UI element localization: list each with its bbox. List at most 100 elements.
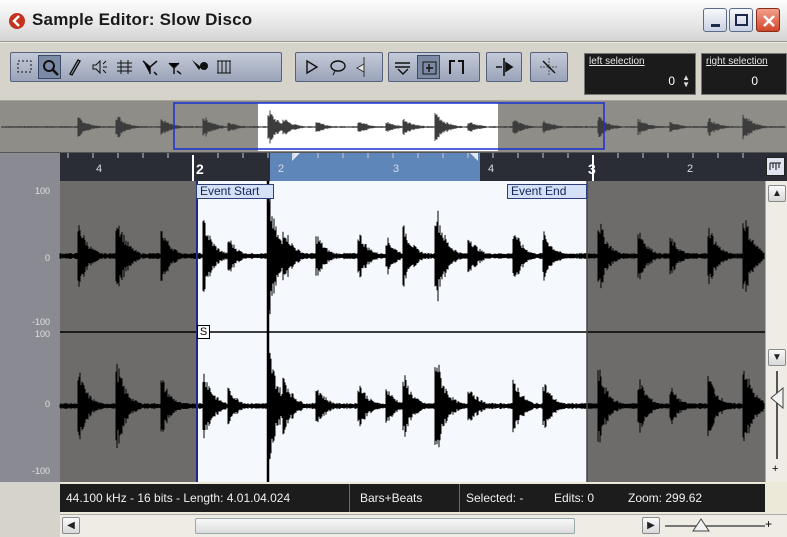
bracket-icon bbox=[449, 60, 464, 74]
range-select-icon bbox=[17, 60, 32, 73]
tool-warp[interactable] bbox=[138, 55, 161, 79]
snap-zero-icon bbox=[422, 61, 437, 75]
tool-group-audition bbox=[486, 52, 522, 82]
horizontal-scrollbar[interactable]: ◀ ▶ + bbox=[60, 514, 787, 537]
chevron-up-icon: ▲ bbox=[772, 188, 782, 199]
snap-point-marker[interactable]: S bbox=[197, 325, 210, 339]
show-event-icon bbox=[395, 62, 410, 75]
timewarp-icon bbox=[192, 60, 208, 70]
minimize-button[interactable] bbox=[703, 8, 727, 32]
ruler-label: 4 bbox=[488, 163, 495, 175]
horizontal-scroll-thumb[interactable] bbox=[195, 518, 575, 534]
y-axis-label: -100 bbox=[31, 466, 50, 476]
loop-range bbox=[270, 153, 480, 181]
ruler-format-button[interactable] bbox=[766, 157, 785, 176]
toolbar: left selection 0 ▲ ▼ right selection 0 bbox=[0, 43, 787, 101]
waveform-canvas[interactable] bbox=[0, 181, 765, 482]
tool-timewarp[interactable] bbox=[188, 55, 211, 79]
event-start-marker[interactable]: Event Start bbox=[196, 184, 274, 199]
title-bar: Sample Editor: Slow Disco bbox=[0, 0, 787, 42]
status-bar: 44.100 kHz - 16 bits - Length: 4.01.04.0… bbox=[60, 484, 765, 512]
snap-button[interactable] bbox=[445, 55, 468, 79]
volume-slider[interactable] bbox=[352, 55, 375, 79]
tool-group-view bbox=[388, 52, 480, 82]
chevron-left-icon: ◀ bbox=[67, 520, 75, 531]
time-format-selector[interactable]: Bars+Beats bbox=[350, 484, 460, 512]
right-selection-field[interactable]: right selection 0 bbox=[701, 53, 787, 95]
left-selection-label: left selection bbox=[589, 56, 645, 67]
tool-zoom[interactable] bbox=[38, 55, 61, 79]
y-axis-label: 100 bbox=[34, 186, 50, 196]
ruler-label: 2 bbox=[278, 163, 285, 175]
hitpoint-icon bbox=[117, 60, 132, 74]
vertical-scrollbar[interactable]: ▲ ▼ + bbox=[765, 181, 787, 482]
left-selection-value[interactable]: 0 bbox=[668, 74, 675, 88]
tool-grid[interactable] bbox=[213, 55, 236, 79]
vertical-zoom-thumb-icon[interactable] bbox=[769, 387, 785, 409]
play-icon bbox=[306, 59, 319, 75]
horizontal-zoom-thumb-icon[interactable] bbox=[692, 518, 710, 532]
speaker-icon bbox=[92, 59, 107, 75]
grid-icon bbox=[217, 60, 231, 74]
ruler-label: 2 bbox=[196, 161, 204, 177]
scroll-right-button[interactable]: ▶ bbox=[642, 517, 660, 534]
chevron-right-icon: ▶ bbox=[647, 520, 655, 531]
ruler-label: 4 bbox=[96, 163, 103, 175]
vertical-zoom-in-button[interactable]: + bbox=[772, 463, 778, 475]
scroll-up-button[interactable]: ▲ bbox=[768, 185, 786, 202]
y-axis-label: -100 bbox=[31, 317, 50, 327]
selection-info: Selected: - bbox=[466, 491, 524, 505]
left-selection-field[interactable]: left selection 0 ▲ ▼ bbox=[584, 53, 696, 95]
horizontal-zoom-in-button[interactable]: + bbox=[765, 517, 772, 531]
event-end-marker[interactable]: Event End bbox=[507, 184, 587, 199]
play-button[interactable] bbox=[300, 55, 323, 79]
window-title: Sample Editor: Slow Disco bbox=[32, 10, 253, 29]
audition-icon bbox=[496, 58, 514, 76]
tool-scrub[interactable] bbox=[163, 55, 186, 79]
audio-format-info: 44.100 kHz - 16 bits - Length: 4.01.04.0… bbox=[60, 484, 350, 512]
chevron-down-icon: ▼ bbox=[772, 352, 782, 363]
close-button[interactable] bbox=[756, 8, 780, 32]
left-gutter bbox=[0, 482, 60, 537]
tool-draw[interactable] bbox=[63, 55, 86, 79]
zoom-info: Zoom: 299.62 bbox=[628, 491, 703, 505]
maximize-button[interactable] bbox=[729, 8, 753, 32]
tool-group-main bbox=[10, 52, 282, 82]
edits-info: Edits: 0 bbox=[554, 491, 595, 505]
hand-icon bbox=[168, 62, 182, 75]
scroll-down-button[interactable]: ▼ bbox=[768, 349, 786, 366]
tool-hitpoint[interactable] bbox=[113, 55, 136, 79]
minimize-icon bbox=[711, 24, 720, 27]
zoom-icon bbox=[43, 60, 59, 76]
time-ruler[interactable]: 4 2 2 3 4 3 2 bbox=[0, 153, 787, 181]
ruler-format-icon bbox=[769, 162, 781, 170]
tool-audition[interactable] bbox=[88, 55, 111, 79]
maximize-icon bbox=[735, 14, 748, 26]
right-selection-value[interactable]: 0 bbox=[751, 74, 758, 88]
waveform-display[interactable]: 100 0 -100 100 0 -100 Event Start Event … bbox=[0, 181, 787, 482]
volume-icon bbox=[355, 57, 365, 77]
vertical-zoom-track[interactable] bbox=[776, 371, 778, 459]
close-icon bbox=[763, 15, 775, 27]
y-axis-label: 100 bbox=[34, 329, 50, 339]
scroll-left-button[interactable]: ◀ bbox=[62, 517, 80, 534]
hitpoint-mode-button[interactable] bbox=[537, 55, 560, 79]
snap-zero-button[interactable] bbox=[417, 55, 440, 79]
audition-loop-button[interactable] bbox=[492, 55, 515, 79]
hitpoint-mode-icon bbox=[540, 58, 558, 76]
spinner-icon[interactable]: ▲ ▼ bbox=[682, 74, 690, 89]
show-event-button[interactable] bbox=[391, 55, 414, 79]
overview-waveform bbox=[1, 102, 786, 151]
right-selection-label: right selection bbox=[706, 56, 768, 67]
ruler-label: 2 bbox=[687, 163, 694, 175]
ruler-label: 3 bbox=[588, 161, 596, 177]
tool-range-select[interactable] bbox=[13, 55, 36, 79]
horizontal-zoom-track[interactable] bbox=[665, 525, 765, 527]
y-axis-label: 0 bbox=[44, 399, 50, 409]
waveform-overview[interactable] bbox=[0, 101, 787, 153]
ruler-label: 3 bbox=[393, 163, 400, 175]
tool-group-play bbox=[295, 52, 383, 82]
pencil-icon bbox=[69, 59, 81, 76]
y-axis-label: 0 bbox=[44, 253, 50, 263]
loop-button[interactable] bbox=[326, 55, 349, 79]
